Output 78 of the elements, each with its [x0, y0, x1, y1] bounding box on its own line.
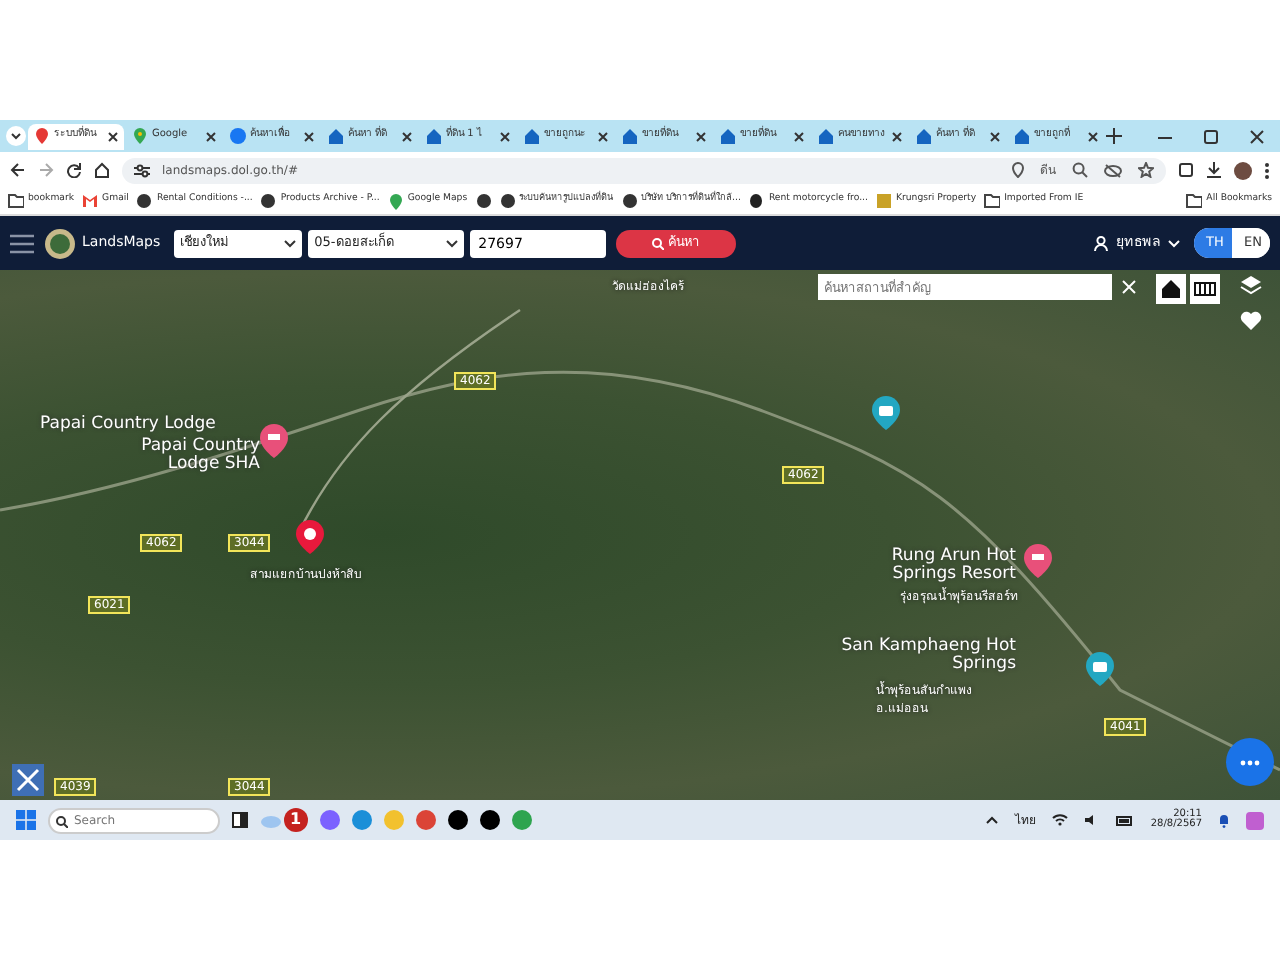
pin-icon — [34, 126, 50, 146]
hotel-pin-icon[interactable] — [1022, 542, 1054, 580]
house-icon — [818, 126, 834, 146]
favorite-icon — [1240, 310, 1262, 332]
map-place-label: Papai Country Lodge SHA — [139, 438, 260, 472]
camera-pin-icon[interactable] — [1084, 650, 1116, 688]
maximize-icon[interactable] — [1204, 129, 1218, 143]
wifi-icon[interactable] — [1052, 814, 1069, 826]
house-icon — [426, 126, 442, 146]
close-icon[interactable] — [598, 131, 608, 141]
location-icon[interactable] — [1012, 162, 1024, 178]
close-icon[interactable] — [206, 131, 216, 141]
close-icon[interactable] — [794, 131, 804, 141]
menu-icon[interactable] — [10, 233, 34, 253]
star-icon[interactable] — [1138, 162, 1154, 178]
chevron-down-icon — [284, 239, 297, 247]
close-icon[interactable] — [1250, 129, 1264, 143]
copilot-icon[interactable] — [1246, 811, 1264, 829]
house-icon — [524, 126, 540, 146]
more-icon[interactable] — [1264, 161, 1270, 179]
grid-icon — [1194, 278, 1216, 300]
chevron-down-icon — [1168, 239, 1180, 247]
layers-button[interactable] — [1236, 270, 1266, 300]
home-icon — [1160, 278, 1182, 300]
home-icon[interactable] — [94, 162, 110, 178]
camera-pin-icon[interactable] — [870, 394, 902, 432]
house-icon — [1014, 126, 1030, 146]
extensions-icon[interactable] — [1178, 162, 1194, 178]
close-icon[interactable] — [500, 131, 510, 141]
house-icon — [328, 126, 344, 146]
favorite-button[interactable] — [1236, 306, 1266, 336]
notification-badge: 1 — [284, 808, 308, 832]
grid-button[interactable] — [1190, 274, 1220, 304]
house-icon — [916, 126, 932, 146]
battery-icon[interactable] — [1116, 815, 1135, 825]
map-place-label: Papai Country Lodge — [40, 416, 216, 433]
reload-icon[interactable] — [66, 162, 82, 178]
logo-emblem-icon[interactable] — [44, 227, 76, 259]
home-button[interactable] — [1156, 274, 1186, 304]
download-icon[interactable] — [1206, 162, 1222, 178]
search-icon — [56, 815, 68, 827]
close-icon[interactable] — [108, 131, 118, 141]
chevron-down-icon — [446, 239, 459, 247]
square-logo-icon — [875, 192, 892, 210]
back-arrow-icon[interactable] — [10, 162, 26, 178]
location-pin-icon[interactable] — [294, 518, 326, 556]
close-icon[interactable] — [892, 131, 902, 141]
chevron-up-icon[interactable] — [986, 816, 999, 824]
site-settings-icon[interactable] — [134, 163, 150, 177]
house-icon — [720, 126, 736, 146]
tab-list-icon[interactable] — [6, 126, 26, 146]
map-pin-icon — [132, 126, 148, 146]
tools-icon[interactable] — [12, 764, 44, 796]
map-place-label: Rung Arun Hot Springs Resort — [889, 548, 1016, 582]
close-icon[interactable] — [696, 131, 706, 141]
user-icon — [1094, 235, 1108, 251]
close-icon[interactable] — [304, 131, 314, 141]
task-view-icon[interactable] — [232, 812, 248, 828]
windows-start-icon[interactable] — [16, 810, 36, 830]
close-icon[interactable] — [990, 131, 1000, 141]
map-place-label: San Kamphaeng Hot Springs — [839, 638, 1016, 672]
house-icon — [622, 126, 638, 146]
eye-slash-icon[interactable] — [1104, 163, 1122, 177]
hotel-pin-icon[interactable] — [258, 422, 290, 460]
zoom-icon[interactable] — [1072, 162, 1088, 178]
close-icon[interactable] — [402, 131, 412, 141]
close-icon[interactable] — [1088, 131, 1098, 141]
folder-icon — [8, 192, 24, 210]
map-pin-icon — [387, 192, 404, 210]
profile-avatar-icon[interactable] — [1234, 161, 1252, 179]
new-tab-icon[interactable] — [1106, 128, 1122, 144]
mail-icon — [82, 192, 99, 210]
folder-icon — [1186, 192, 1203, 210]
search-icon — [652, 237, 665, 249]
folder-icon — [984, 192, 1001, 210]
bell-icon[interactable] — [1218, 813, 1230, 827]
more-icon — [1240, 760, 1260, 767]
layers-icon — [1240, 274, 1262, 296]
